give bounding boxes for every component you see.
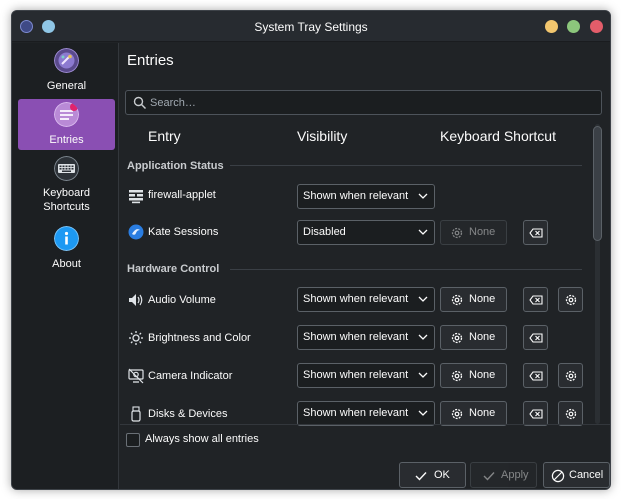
search-field[interactable]	[125, 90, 602, 115]
cancel-button[interactable]: Cancel	[543, 462, 610, 488]
gear-icon	[451, 294, 463, 306]
chevron-down-icon	[418, 334, 428, 340]
checkmark-icon	[415, 472, 427, 481]
general-icon	[54, 48, 79, 73]
gear-icon	[565, 370, 577, 382]
scrollbar[interactable]	[593, 124, 602, 424]
minimize-button[interactable]	[545, 20, 558, 33]
scroll-thumb[interactable]	[593, 126, 602, 241]
shortcut-button[interactable]: None	[440, 287, 507, 312]
section-header: Application Status	[127, 160, 224, 172]
cancel-icon	[551, 469, 565, 483]
main-panel: Entries Entry Visibility Keyboard Shortc…	[120, 43, 610, 489]
configure-button[interactable]	[558, 401, 583, 426]
chevron-down-icon	[418, 372, 428, 378]
clear-icon	[529, 228, 543, 238]
visibility-select[interactable]: Shown when relevant	[297, 363, 435, 388]
clear-shortcut-button[interactable]	[523, 325, 548, 350]
chevron-down-icon	[418, 229, 428, 235]
clear-icon	[529, 295, 543, 305]
ok-button[interactable]: OK	[399, 462, 466, 488]
configure-button[interactable]	[558, 287, 583, 312]
column-header-shortcut[interactable]: Keyboard Shortcut	[440, 128, 556, 144]
shortcut-button[interactable]: None	[440, 220, 507, 245]
usb-icon	[131, 406, 141, 422]
chevron-down-icon	[418, 410, 428, 416]
clear-icon	[529, 409, 543, 419]
sidebar-item-label: General	[46, 80, 87, 92]
entry-label: firewall-applet	[148, 189, 216, 201]
entries-icon	[54, 102, 79, 127]
chevron-down-icon	[418, 193, 428, 199]
sidebar-item-about[interactable]: About	[18, 223, 115, 274]
clear-icon	[529, 371, 543, 381]
maximize-button[interactable]	[567, 20, 580, 33]
section-divider	[230, 165, 582, 166]
sidebar-item-label: About	[52, 258, 81, 270]
gear-icon	[565, 294, 577, 306]
entry-label: Camera Indicator	[148, 370, 233, 382]
column-header-visibility[interactable]: Visibility	[297, 128, 347, 144]
brightness-icon	[129, 331, 143, 345]
keyboard-icon	[54, 156, 79, 181]
configure-button[interactable]	[558, 363, 583, 388]
visibility-select[interactable]: Shown when relevant	[297, 184, 435, 209]
clear-shortcut-button[interactable]	[523, 220, 548, 245]
camera-icon	[128, 368, 144, 384]
visibility-select[interactable]: Shown when relevant	[297, 325, 435, 350]
column-header-entry[interactable]: Entry	[148, 128, 181, 144]
gear-icon	[451, 408, 463, 420]
clear-shortcut-button[interactable]	[523, 401, 548, 426]
shortcut-button[interactable]: None	[440, 363, 507, 388]
sidebar-item-keyboard-shortcuts[interactable]: Keyboard Shortcuts	[18, 153, 115, 219]
section-header: Hardware Control	[127, 263, 220, 275]
shortcut-button[interactable]: None	[440, 401, 507, 426]
title-bar: System Tray Settings	[12, 11, 610, 42]
info-icon	[54, 226, 79, 251]
entry-label: Brightness and Color	[148, 332, 251, 344]
always-show-all-checkbox[interactable]	[126, 433, 140, 447]
search-icon	[133, 96, 147, 110]
visibility-select[interactable]: Shown when relevant	[297, 287, 435, 312]
gear-icon	[451, 227, 463, 239]
kate-icon	[128, 224, 144, 240]
sidebar-item-label: Keyboard Shortcuts	[42, 187, 91, 213]
checkbox-label: Always show all entries	[145, 433, 259, 445]
gear-icon	[451, 370, 463, 382]
search-input[interactable]	[150, 94, 590, 112]
clear-shortcut-button[interactable]	[523, 287, 548, 312]
entry-label: Disks & Devices	[148, 408, 228, 420]
settings-window: System Tray Settings General Entries Key…	[11, 10, 611, 490]
visibility-select[interactable]: Shown when relevant	[297, 401, 435, 426]
sidebar-item-entries[interactable]: Entries	[18, 99, 115, 150]
sidebar-item-general[interactable]: General	[18, 45, 115, 96]
speaker-icon	[129, 294, 143, 306]
clear-icon	[529, 333, 543, 343]
checkmark-icon	[483, 472, 495, 481]
sidebar: General Entries Keyboard Shortcuts About	[12, 43, 119, 489]
close-button[interactable]	[590, 20, 603, 33]
section-divider	[230, 269, 582, 270]
page-title: Entries	[127, 52, 174, 69]
entry-label: Kate Sessions	[148, 226, 219, 238]
gear-icon	[565, 408, 577, 420]
sidebar-item-label: Entries	[49, 134, 84, 146]
apply-button[interactable]: Apply	[470, 462, 537, 488]
chevron-down-icon	[418, 296, 428, 302]
gear-icon	[451, 332, 463, 344]
window-title: System Tray Settings	[254, 20, 368, 34]
clear-shortcut-button[interactable]	[523, 363, 548, 388]
divider	[120, 424, 610, 425]
visibility-select[interactable]: Disabled	[297, 220, 435, 245]
firewall-icon	[129, 190, 143, 204]
entry-label: Audio Volume	[148, 294, 216, 306]
shortcut-button[interactable]: None	[440, 325, 507, 350]
